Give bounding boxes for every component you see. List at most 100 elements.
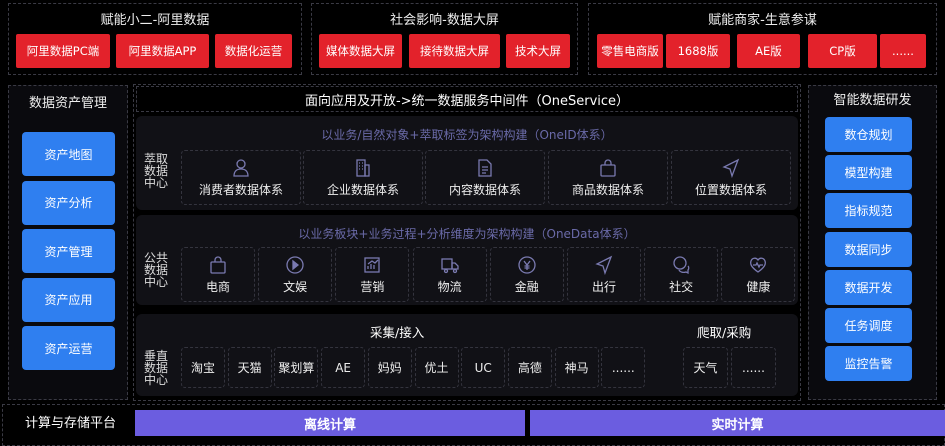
top-app-button[interactable]: 1688版 [666, 34, 730, 68]
oneid-card[interactable]: 消费者数据体系 [181, 150, 301, 205]
top-app-button[interactable]: CP版 [808, 34, 877, 68]
realtime-compute: 实时计算 [530, 410, 945, 436]
source-card[interactable]: 淘宝 [181, 347, 225, 388]
dev-button[interactable]: 数据开发 [825, 269, 912, 305]
card-label: 内容数据体系 [448, 182, 521, 197]
card-label: 天猫 [237, 361, 262, 375]
oneid-card[interactable]: 商品数据体系 [548, 150, 668, 205]
chart-icon [364, 256, 381, 273]
top-group-title: 赋能商家-生意参谋 [708, 13, 817, 28]
source-card[interactable]: ...... [731, 347, 776, 388]
card-label: UC [474, 360, 492, 375]
source-card[interactable]: 聚划算 [274, 347, 319, 388]
left-panel-title: 数据资产管理 [28, 96, 107, 111]
onedata-card[interactable]: 健康 [721, 247, 796, 302]
location-arrow-icon [722, 158, 740, 178]
source-card[interactable]: 神马 [554, 347, 599, 388]
onedata-card[interactable]: 出行 [567, 247, 641, 302]
onedata-card[interactable]: 社交 [644, 247, 719, 302]
card-label: 营销 [360, 279, 385, 294]
onedata-card[interactable]: 文娱 [258, 247, 333, 302]
card-label: 妈妈 [377, 361, 402, 375]
bag-icon [210, 255, 226, 274]
top-app-button[interactable]: 阿里数据PC端 [16, 34, 110, 68]
truck-icon [440, 257, 459, 273]
card-label: 高德 [517, 361, 542, 375]
source-card[interactable]: 天猫 [227, 347, 272, 388]
card-label: 社交 [669, 279, 694, 294]
source-card[interactable]: 高德 [507, 347, 552, 388]
top-app-button[interactable]: AE版 [737, 34, 800, 68]
dev-button[interactable]: 指标规范 [825, 193, 912, 229]
top-app-button[interactable]: 零售电商版 [597, 34, 663, 68]
section-label: 公共 数据 中心 [143, 251, 168, 289]
location-arrow-icon [595, 255, 613, 275]
chat-icon [673, 255, 690, 274]
card-label: 淘宝 [190, 361, 215, 375]
oneservice-title: 面向应用及开放->统一数据服务中间件（OneService） [304, 93, 630, 109]
top-app-button[interactable]: 阿里数据APP [116, 34, 209, 68]
top-app-button[interactable]: 技术大屏 [506, 34, 570, 68]
asset-button[interactable]: 资产分析 [22, 180, 115, 225]
onedata-card[interactable]: 电商 [181, 247, 255, 302]
card-label: 电商 [205, 279, 230, 294]
card-label: 企业数据体系 [326, 182, 399, 197]
asset-button[interactable]: 资产管理 [22, 229, 115, 273]
onedata-subtitle: 以业务板块+业务过程+分析维度为架构构建（OneData体系） [298, 227, 636, 241]
bag-icon [600, 158, 616, 177]
card-label: 天气 [693, 361, 718, 375]
yen-icon [518, 255, 536, 274]
play-icon [286, 255, 304, 274]
dev-button[interactable]: 数仓规划 [825, 117, 912, 152]
card-label: ...... [742, 360, 765, 375]
card-label: AE [335, 360, 351, 375]
onedata-card[interactable]: 金融 [489, 247, 564, 302]
card-label: 出行 [591, 279, 616, 294]
card-label: 神马 [564, 361, 589, 375]
dev-button[interactable]: 任务调度 [825, 308, 912, 343]
card-label: 聚划算 [278, 361, 315, 375]
onedata-card[interactable]: 营销 [335, 247, 410, 302]
card-label: ...... [611, 360, 635, 375]
top-app-button[interactable]: 数据化运营 [215, 34, 292, 68]
crawl-title: 爬取/采购 [697, 325, 752, 340]
user-icon [233, 158, 249, 177]
oneservice-bar: 面向应用及开放->统一数据服务中间件（OneService） [136, 86, 798, 112]
oneid-card[interactable]: 企业数据体系 [303, 150, 423, 205]
top-app-button[interactable]: 媒体数据大屏 [319, 34, 402, 68]
card-label: 消费者数据体系 [198, 182, 283, 197]
dev-button[interactable]: 监控告警 [825, 346, 912, 382]
collect-title: 采集/接入 [370, 325, 425, 340]
building-icon [356, 158, 370, 177]
dev-button[interactable]: 数据同步 [825, 231, 912, 267]
document-icon [478, 158, 492, 177]
source-card[interactable]: AE [321, 347, 366, 388]
asset-button[interactable]: 资产应用 [22, 277, 115, 322]
card-label: 商品数据体系 [571, 182, 644, 197]
source-card[interactable]: 优土 [414, 347, 459, 388]
top-app-button[interactable]: 接待数据大屏 [409, 34, 500, 68]
dev-button[interactable]: 模型构建 [825, 155, 912, 191]
source-card[interactable]: 妈妈 [367, 347, 412, 388]
right-panel-title: 智能数据研发 [833, 93, 912, 108]
onedata-card[interactable]: 物流 [412, 247, 487, 302]
asset-button[interactable]: 资产地图 [22, 132, 115, 176]
asset-button[interactable]: 资产运营 [22, 326, 115, 370]
source-card[interactable]: ...... [601, 347, 646, 388]
card-label: 金融 [514, 279, 539, 294]
card-label: 物流 [437, 279, 462, 294]
source-card[interactable]: 天气 [683, 347, 728, 388]
oneid-card[interactable]: 位置数据体系 [671, 150, 791, 205]
oneid-card[interactable]: 内容数据体系 [425, 150, 545, 205]
top-app-button[interactable]: ...... [880, 34, 926, 68]
oneid-subtitle: 以业务/自然对象+萃取标签为架构构建（OneID体系） [321, 128, 613, 142]
top-group-title: 社会影响-数据大屏 [390, 13, 499, 28]
card-label: 文娱 [283, 279, 308, 294]
section-label: 萃取 数据 中心 [143, 152, 168, 190]
section-label: 垂直 数据 中心 [143, 349, 168, 387]
offline-compute: 离线计算 [135, 410, 525, 436]
top-group-title: 赋能小二-阿里数据 [100, 13, 210, 28]
heart-icon [750, 257, 767, 273]
card-label: 健康 [746, 279, 771, 294]
source-card[interactable]: UC [461, 347, 506, 388]
